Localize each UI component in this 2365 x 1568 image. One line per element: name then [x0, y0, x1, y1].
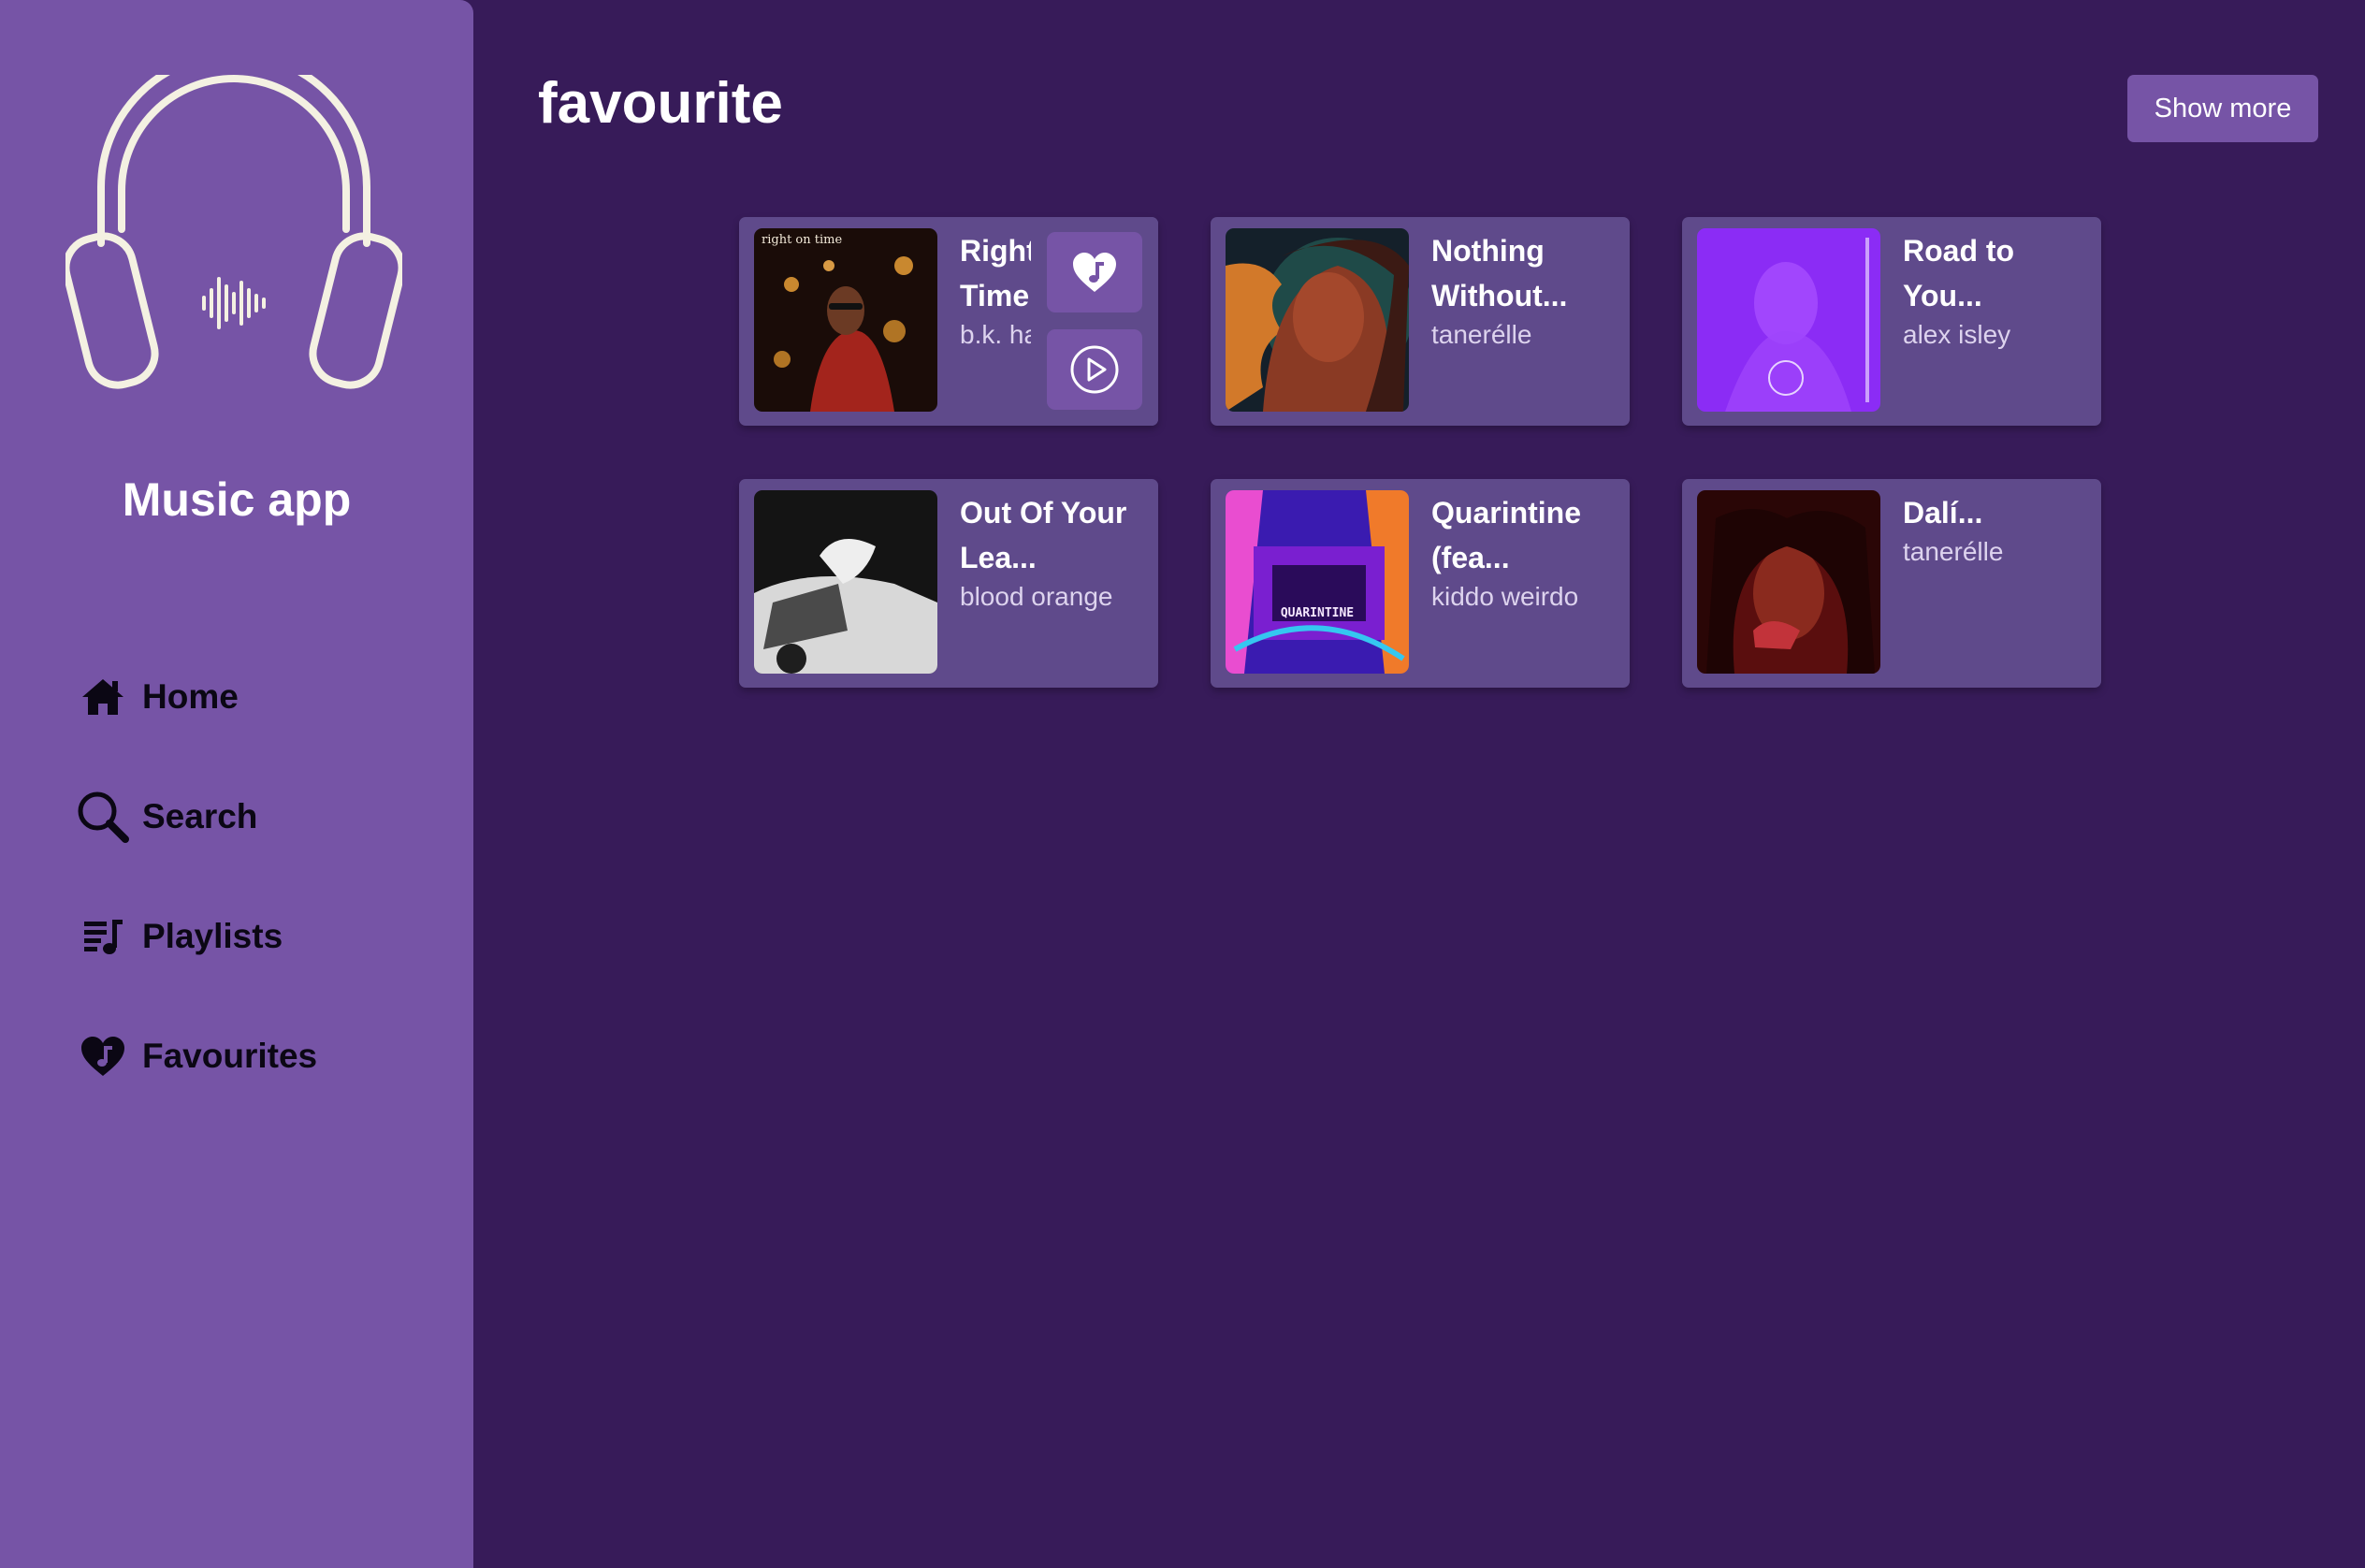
- song-title: Dalí...: [1903, 496, 1983, 530]
- home-icon: [75, 669, 131, 725]
- song-title: Road to You...: [1903, 234, 2015, 312]
- song-card[interactable]: Dalí... tanerélle: [1682, 479, 2101, 688]
- song-artist: tanerélle: [1431, 320, 1532, 349]
- song-title: Out Of Your Lea...: [960, 496, 1127, 574]
- song-card[interactable]: Nothing Without... tanerélle: [1211, 217, 1630, 426]
- headphones-logo-icon: [65, 75, 402, 389]
- song-card[interactable]: Road to You... alex isley: [1682, 217, 2101, 426]
- heart-music-icon: [1073, 253, 1116, 292]
- song-artist: alex isley: [1903, 320, 2011, 349]
- app-name: Music app: [122, 473, 352, 526]
- song-title: Quarintine (fea...: [1431, 496, 1582, 574]
- nav-label: Playlists: [142, 917, 283, 955]
- album-cover: QUARINTINE: [1226, 490, 1409, 674]
- show-more-button[interactable]: Show more: [2127, 75, 2318, 142]
- heart-music-icon: [75, 1028, 131, 1084]
- favourite-button[interactable]: [1047, 232, 1142, 312]
- song-title: Nothing Without...: [1431, 234, 1568, 312]
- nav-label: Favourites: [142, 1037, 318, 1075]
- album-cover: [1697, 490, 1880, 674]
- nav-item-home[interactable]: Home: [75, 664, 412, 730]
- search-icon: [75, 789, 131, 845]
- svg-text:QUARINTINE: QUARINTINE: [1281, 606, 1354, 620]
- nav-item-playlists[interactable]: Playlists: [75, 904, 412, 969]
- album-cover: [1226, 228, 1409, 412]
- song-artist: blood orange: [960, 582, 1113, 611]
- song-card[interactable]: QUARINTINE Quarintine (fea... kiddo weir…: [1211, 479, 1630, 688]
- nav-label: Search: [142, 797, 258, 835]
- song-card[interactable]: right on time Right Time ( b.k. ha: [739, 217, 1158, 426]
- song-artist: kiddo weirdo: [1431, 582, 1579, 611]
- album-cover: [754, 490, 937, 674]
- song-card[interactable]: Out Of Your Lea... blood orange: [739, 479, 1158, 688]
- play-icon: [1070, 345, 1119, 394]
- nav-item-search[interactable]: Search: [75, 784, 412, 849]
- album-cover: right on time: [754, 228, 937, 412]
- song-artist: tanerélle: [1903, 537, 2004, 566]
- card-actions: [1031, 217, 1158, 426]
- svg-text:right on time: right on time: [762, 233, 842, 247]
- page-title: favourite: [538, 71, 783, 136]
- nav-label: Home: [142, 677, 239, 716]
- nav-item-favourites[interactable]: Favourites: [75, 1024, 412, 1089]
- album-cover: [1697, 228, 1880, 412]
- playlist-icon: [75, 908, 131, 965]
- play-button[interactable]: [1047, 329, 1142, 410]
- sidebar: Music app Home Search Playlists Favourit…: [0, 0, 473, 1568]
